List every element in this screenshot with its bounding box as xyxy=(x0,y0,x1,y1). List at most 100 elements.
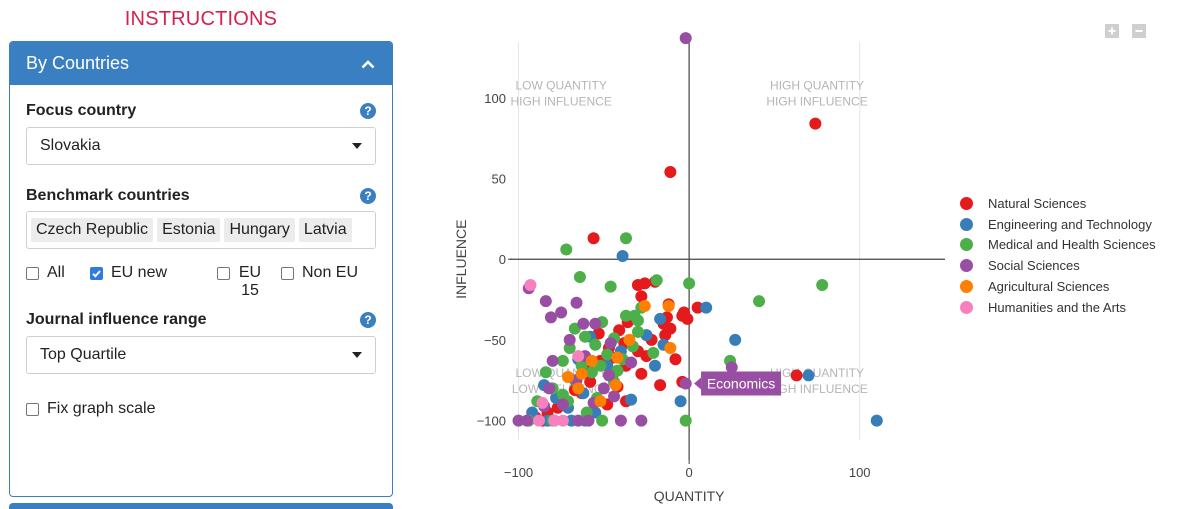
data-point xyxy=(638,300,651,313)
journal-influence-range-select[interactable]: Top Quartile xyxy=(26,336,376,374)
data-point xyxy=(674,395,687,408)
data-point xyxy=(664,341,677,354)
legend-color-swatch xyxy=(960,238,973,252)
data-point xyxy=(669,353,682,366)
tooltip-arrow xyxy=(694,377,702,390)
eu-new-checkbox-label: EU new xyxy=(111,264,168,281)
legend-label: Natural Sciences xyxy=(988,195,1087,211)
data-point xyxy=(616,249,629,262)
legend-item-medical[interactable]: Medical and Health Sciences xyxy=(960,235,1156,256)
data-point xyxy=(620,232,632,245)
data-point xyxy=(555,306,568,319)
data-point xyxy=(543,382,556,395)
eu15-checkbox-label: EU 15 xyxy=(238,264,262,299)
data-point xyxy=(635,367,648,380)
benchmark-chip[interactable]: Latvia xyxy=(298,218,352,242)
quadrant-label: HIGH QUANTITY xyxy=(770,79,864,93)
chevron-up-icon[interactable] xyxy=(360,56,376,72)
data-point xyxy=(539,366,552,379)
data-point xyxy=(589,338,602,351)
data-point xyxy=(683,277,696,290)
data-point xyxy=(604,280,617,293)
quadrant-label: HIGH INFLUENCE xyxy=(766,382,867,396)
benchmark-chip[interactable]: Hungary xyxy=(224,218,295,242)
data-point xyxy=(596,414,609,427)
benchmark-chip[interactable]: Estonia xyxy=(157,218,221,242)
data-point xyxy=(662,300,675,313)
data-point xyxy=(572,350,585,363)
panel-header[interactable]: By Countries xyxy=(10,42,392,85)
data-point xyxy=(582,414,595,427)
tooltip-label: Economics xyxy=(707,376,775,392)
non-eu-checkbox[interactable]: Non EU xyxy=(281,264,358,308)
benchmark-countries-input[interactable]: Czech Republic Estonia Hungary Latvia xyxy=(26,211,376,249)
quadrant-label: HIGH INFLUENCE xyxy=(511,95,612,109)
legend-color-swatch xyxy=(960,196,973,210)
data-point xyxy=(625,393,638,406)
legend-label: Engineering and Technology xyxy=(988,216,1152,232)
by-countries-panel: By Countries Focus country ? Slovakia Be… xyxy=(9,41,393,497)
fix-graph-scale-checkbox[interactable]: Fix graph scale xyxy=(26,400,156,418)
legend-item-social[interactable]: Social Sciences xyxy=(960,255,1156,276)
panel-title: By Countries xyxy=(26,53,130,73)
checkbox-icon xyxy=(26,267,39,280)
y-tick-label: 0 xyxy=(499,252,506,267)
legend-color-swatch xyxy=(960,280,973,294)
y-tick-label: 100 xyxy=(484,91,506,106)
focus-country-label: Focus country xyxy=(26,102,137,119)
legend-item-engineering[interactable]: Engineering and Technology xyxy=(960,214,1156,235)
eu-new-checkbox[interactable]: EU new xyxy=(90,264,217,308)
data-point xyxy=(560,243,573,256)
instructions-link[interactable]: INSTRUCTIONS xyxy=(10,8,392,31)
data-point xyxy=(635,414,648,427)
data-point xyxy=(585,366,598,379)
data-point xyxy=(589,317,602,330)
data-point xyxy=(664,322,677,335)
zoom-out-button[interactable] xyxy=(1132,24,1146,38)
help-icon[interactable]: ? xyxy=(360,103,376,119)
data-point xyxy=(556,398,569,411)
zoom-in-button[interactable] xyxy=(1105,24,1119,38)
data-point xyxy=(611,351,624,364)
x-tick-label: 0 xyxy=(686,465,693,480)
fix-graph-scale-label: Fix graph scale xyxy=(47,400,156,417)
legend-item-agricultural[interactable]: Agricultural Sciences xyxy=(960,276,1156,297)
y-tick-label: −100 xyxy=(477,414,506,429)
chart-legend: Natural Sciences Engineering and Technol… xyxy=(960,193,1156,318)
all-checkbox[interactable]: All xyxy=(26,264,90,308)
benchmark-chip[interactable]: Czech Republic xyxy=(31,218,154,242)
eu15-checkbox[interactable]: EU 15 xyxy=(217,264,281,308)
x-tick-label: −100 xyxy=(504,465,533,480)
data-point xyxy=(594,395,607,408)
data-point xyxy=(664,166,677,179)
data-point xyxy=(556,414,569,427)
data-point xyxy=(809,117,822,130)
focus-country-value: Slovakia xyxy=(40,137,101,154)
data-point xyxy=(524,279,537,292)
x-axis-title: QUANTITY xyxy=(654,488,725,504)
data-point xyxy=(563,333,576,346)
data-point xyxy=(625,356,638,369)
legend-item-humanities[interactable]: Humanities and the Arts xyxy=(960,297,1156,318)
data-point xyxy=(544,311,557,324)
legend-label: Agricultural Sciences xyxy=(988,279,1110,295)
data-point xyxy=(562,371,574,384)
caret-down-icon xyxy=(352,352,362,358)
help-icon[interactable]: ? xyxy=(360,312,376,328)
data-point xyxy=(679,32,692,45)
data-point xyxy=(679,414,692,427)
y-axis-title: INFLUENCE xyxy=(453,220,469,299)
data-point xyxy=(604,337,617,350)
focus-country-select[interactable]: Slovakia xyxy=(26,127,376,165)
data-point xyxy=(654,312,667,325)
caret-down-icon xyxy=(352,143,362,149)
data-point xyxy=(602,369,615,382)
help-icon[interactable]: ? xyxy=(360,188,376,204)
data-point xyxy=(816,279,829,292)
focus-country-label-row: Focus country ? xyxy=(26,102,376,120)
data-point xyxy=(575,367,588,380)
benchmark-label-row: Benchmark countries ? xyxy=(26,187,376,205)
next-panel-header[interactable] xyxy=(9,503,393,509)
data-point xyxy=(587,232,600,245)
legend-item-natural-sciences[interactable]: Natural Sciences xyxy=(960,193,1156,214)
